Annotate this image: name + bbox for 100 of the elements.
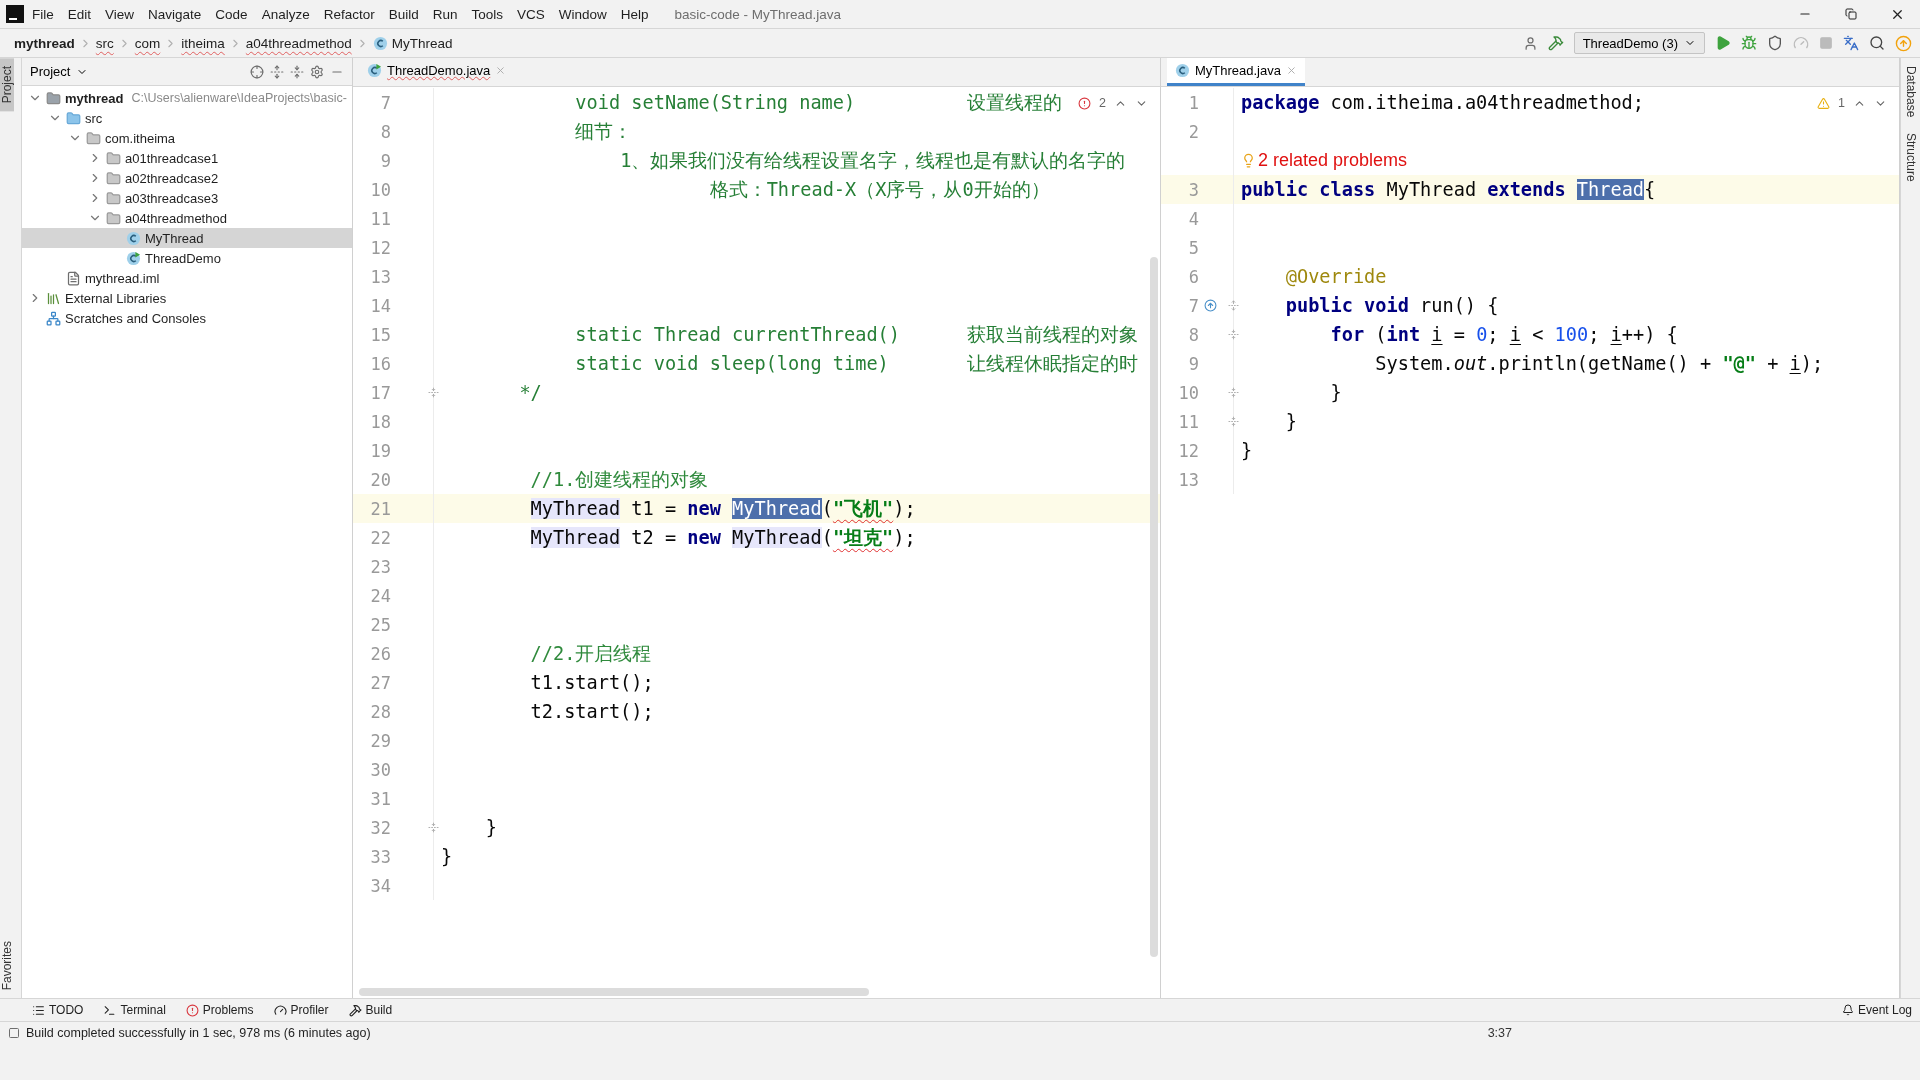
- side-tab[interactable]: Favorites: [0, 932, 14, 998]
- menu-item[interactable]: Edit: [61, 4, 98, 24]
- line-number: 12: [369, 237, 391, 258]
- line-number: 32: [369, 817, 391, 838]
- module-folder-icon: [46, 90, 61, 106]
- side-tab[interactable]: Structure: [1901, 125, 1920, 191]
- scrollbar[interactable]: [1149, 257, 1158, 957]
- tool-window-button[interactable]: TODO: [24, 1003, 92, 1017]
- menu-item[interactable]: File: [26, 4, 60, 24]
- code-line: MyThread t1 = new MyThread("飞机");: [529, 496, 916, 521]
- line-number: 7: [1187, 295, 1199, 316]
- file-icon: [66, 270, 81, 286]
- run-icon[interactable]: [1715, 35, 1731, 51]
- shield-icon[interactable]: [1767, 35, 1783, 51]
- scratches-icon: [46, 310, 61, 326]
- tree-item[interactable]: MyThread: [22, 228, 352, 248]
- settings-icon[interactable]: [310, 64, 324, 79]
- status-icon[interactable]: [8, 1026, 20, 1039]
- bell-icon[interactable]: [1841, 1004, 1854, 1016]
- hammer-icon: [348, 1003, 362, 1017]
- menu-item[interactable]: Run: [426, 4, 464, 24]
- tree-item[interactable]: a02threadcase2: [22, 168, 352, 188]
- tree-item[interactable]: External Libraries: [22, 288, 352, 308]
- run-config-dropdown[interactable]: ThreadDemo (3): [1573, 32, 1705, 54]
- tree-item[interactable]: a01threadcase1: [22, 148, 352, 168]
- panel-title-dropdown[interactable]: Project: [30, 64, 89, 79]
- line-number: 9: [1187, 353, 1199, 374]
- class-icon: [1174, 63, 1190, 78]
- code-line: t2.start();: [529, 701, 654, 722]
- tree-item[interactable]: com.itheima: [22, 128, 352, 148]
- translate-icon[interactable]: [1843, 35, 1859, 51]
- gauge-icon: [273, 1003, 287, 1017]
- tool-window-button[interactable]: Build: [340, 1003, 401, 1017]
- side-tab[interactable]: Project: [0, 58, 14, 112]
- line-number: 1: [1187, 92, 1199, 113]
- fold-icon[interactable]: [428, 387, 439, 398]
- expand-all-icon[interactable]: [270, 64, 284, 79]
- fold-icon[interactable]: [1227, 416, 1239, 427]
- tool-window-button[interactable]: Profiler: [265, 1003, 337, 1017]
- error-icon: [185, 1003, 199, 1017]
- package-icon: [86, 130, 101, 146]
- menu-item[interactable]: Refactor: [317, 4, 381, 24]
- fold-icon[interactable]: [1227, 387, 1239, 398]
- debug-icon[interactable]: [1741, 35, 1757, 51]
- tool-window-button[interactable]: Problems: [177, 1003, 262, 1017]
- side-tab[interactable]: Database: [1901, 58, 1920, 126]
- menu-item[interactable]: Code: [209, 4, 254, 24]
- tree-item[interactable]: Scratches and Consoles: [22, 308, 352, 328]
- scrollbar[interactable]: [359, 988, 869, 996]
- tree-item[interactable]: src: [22, 108, 352, 128]
- fold-icon[interactable]: [428, 822, 439, 833]
- caret-position[interactable]: 3:37: [1487, 1025, 1512, 1040]
- tool-window-button[interactable]: Terminal: [95, 1003, 174, 1017]
- breadcrumb[interactable]: mythread: [10, 35, 79, 51]
- tree-item[interactable]: mythread.iml: [22, 268, 352, 288]
- breadcrumb[interactable]: com: [130, 35, 165, 51]
- line-number: 2: [1187, 121, 1199, 142]
- app-logo: [6, 5, 24, 23]
- menu-item[interactable]: Analyze: [255, 4, 316, 24]
- inlay-hint[interactable]: 2 related problems: [1240, 150, 1408, 171]
- locate-icon[interactable]: [250, 64, 264, 79]
- line-number: 12: [1177, 440, 1199, 461]
- line-number: 21: [369, 498, 391, 519]
- event-log-button[interactable]: Event Log: [1833, 1003, 1920, 1017]
- breadcrumb[interactable]: a04threadmethod: [241, 35, 356, 51]
- override-icon[interactable]: [1203, 299, 1217, 312]
- line-number: 5: [1187, 237, 1199, 258]
- status-message: Build completed successfully in 1 sec, 978 ms (6 minutes ago): [26, 1025, 371, 1040]
- tree-item[interactable]: a04threadmethod: [22, 208, 352, 228]
- package-icon: [106, 190, 121, 206]
- menu-item[interactable]: Navigate: [142, 4, 208, 24]
- code-line: }: [1240, 440, 1253, 461]
- tree-item[interactable]: mythread C:\Users\alienware\IdeaProjects\basic-: [22, 88, 352, 108]
- collapse-all-icon[interactable]: [290, 64, 304, 79]
- menu-item[interactable]: Window: [552, 4, 613, 24]
- tree-item[interactable]: a03threadcase3: [22, 188, 352, 208]
- menu-item[interactable]: Help: [614, 4, 655, 24]
- search-icon[interactable]: [1869, 35, 1885, 51]
- breadcrumb[interactable]: MyThread: [368, 35, 457, 51]
- fold-icon[interactable]: [1227, 300, 1239, 311]
- menu-item[interactable]: VCS: [511, 4, 551, 24]
- line-number: 29: [369, 730, 391, 751]
- tree-item[interactable]: ThreadDemo: [22, 248, 352, 268]
- menu-item[interactable]: Build: [382, 4, 425, 24]
- package-icon: [106, 210, 121, 226]
- code-line: package com.itheima.a04threadmethod;: [1240, 92, 1644, 113]
- breadcrumb[interactable]: itheima: [177, 35, 229, 51]
- hammer-icon[interactable]: [1547, 35, 1564, 51]
- menu-item[interactable]: Tools: [465, 4, 509, 24]
- code-line: }: [1284, 411, 1297, 432]
- menu-item[interactable]: View: [99, 4, 141, 24]
- line-number: 17: [369, 382, 391, 403]
- line-number: 18: [369, 411, 391, 432]
- code-line: public class MyThread extends Thread{: [1240, 179, 1656, 200]
- restore-icon[interactable]: [1845, 8, 1857, 20]
- editor-tab[interactable]: MyThread.java: [1166, 58, 1305, 86]
- fold-icon[interactable]: [1227, 329, 1239, 340]
- breadcrumb[interactable]: src: [91, 35, 118, 51]
- editor-tab[interactable]: ThreadDemo.java: [359, 58, 515, 86]
- user-icon[interactable]: [1522, 35, 1538, 51]
